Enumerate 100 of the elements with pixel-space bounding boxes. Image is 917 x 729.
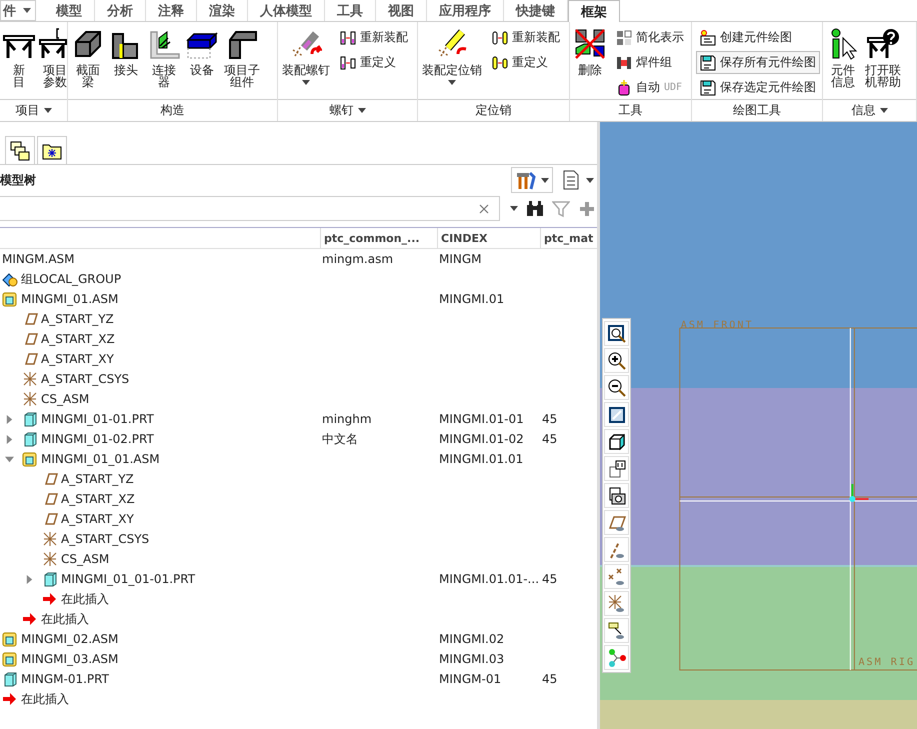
tree-item-label[interactable]: A_START_XZ xyxy=(41,332,115,346)
ribbon-button[interactable]: 设备 xyxy=(184,26,220,78)
coordinate-system-icon xyxy=(22,371,38,387)
panel-tab[interactable] xyxy=(37,136,67,164)
view-tool-button[interactable] xyxy=(604,483,629,508)
tree-item-label[interactable]: MINGMI_01.ASM xyxy=(21,292,118,306)
ribbon-button[interactable]: 焊件组 xyxy=(612,51,688,74)
clear-icon[interactable] xyxy=(479,204,489,214)
table-cell: minghm xyxy=(322,412,372,426)
ribbon-button[interactable]: 元件 信息 xyxy=(825,26,861,90)
view-tool-button[interactable] xyxy=(604,402,629,427)
table-cell: MINGM xyxy=(439,252,482,266)
repaint-icon xyxy=(606,404,626,424)
tree-item-label[interactable]: MINGMI_02.ASM xyxy=(21,632,118,646)
ribbon-button[interactable]: 重新装配 xyxy=(488,26,564,49)
tree-item-label[interactable]: A_START_YZ xyxy=(41,312,114,326)
group-label: 绘图工具 xyxy=(733,102,781,119)
arrow-icon xyxy=(22,611,38,627)
view-tool-button[interactable] xyxy=(604,618,629,643)
ribbon-button[interactable]: 项目 参数 xyxy=(38,26,67,90)
ribbon-button[interactable]: 打开联 机帮助 xyxy=(863,26,903,90)
ribbon-tab[interactable]: 分析 xyxy=(95,0,146,21)
tree-item-label[interactable]: MINGMI_01-02.PRT xyxy=(41,432,154,446)
caret-icon[interactable] xyxy=(510,206,518,211)
ribbon-button[interactable]: 自动 UDF xyxy=(612,76,688,99)
tree-item-label[interactable]: 组LOCAL_GROUP xyxy=(21,270,122,288)
group-menu-button[interactable]: 项目 xyxy=(0,99,67,121)
tree-item-label[interactable]: 在此插入 xyxy=(41,610,89,628)
ribbon-button[interactable]: 重定义 xyxy=(336,51,412,74)
ribbon-button[interactable]: 接头 xyxy=(108,26,144,78)
ribbon-button[interactable]: 项目子 组件 xyxy=(222,26,262,90)
view-tool-button[interactable] xyxy=(604,321,629,346)
tree-item-label[interactable]: MINGMI_01_01-01.PRT xyxy=(61,572,196,586)
search-field[interactable] xyxy=(0,196,500,221)
spin-center-icon xyxy=(606,648,626,668)
ribbon-tab[interactable]: 视图 xyxy=(376,0,427,21)
group-menu-button[interactable]: 信息 xyxy=(823,99,916,121)
tree-item-label[interactable]: MINGM-01.PRT xyxy=(21,672,109,686)
group-label: 构造 xyxy=(160,102,184,119)
tree-item-label[interactable]: MINGMI_01_01.ASM xyxy=(41,452,160,466)
ribbon-button[interactable]: 保存所有元件绘图 xyxy=(696,51,820,74)
arrow-icon xyxy=(42,591,58,607)
ribbon-button[interactable]: 重新装配 xyxy=(336,26,412,49)
settings-button[interactable] xyxy=(511,167,553,193)
expander-icon[interactable] xyxy=(5,454,14,464)
ribbon-tab[interactable]: 模型 xyxy=(44,0,95,21)
ribbon-button[interactable]: 新 目 xyxy=(2,26,36,90)
caret-icon xyxy=(358,108,366,113)
ribbon-tab[interactable]: 人体模型 xyxy=(248,0,325,21)
tree-item-label[interactable]: MINGMI_03.ASM xyxy=(21,652,118,666)
group-menu-button[interactable]: 螺钉 xyxy=(278,99,417,121)
tree-item-label[interactable]: A_START_CSYS xyxy=(61,532,150,546)
ribbon-button[interactable]: 简化表示 xyxy=(612,26,688,49)
ribbon-button[interactable]: 删除 xyxy=(572,26,608,78)
column-header[interactable]: ptc_mat xyxy=(540,228,597,248)
tree-item-label[interactable]: CS_ASM xyxy=(61,552,110,566)
expander-icon[interactable] xyxy=(25,574,34,584)
tree-item-label[interactable]: A_START_YZ xyxy=(61,472,134,486)
ribbon-button[interactable]: 装配定位销 xyxy=(420,26,484,87)
ribbon-button[interactable]: 连接 器 xyxy=(146,26,182,90)
tree-item-label[interactable]: MINGM.ASM xyxy=(2,252,75,266)
ribbon-tab[interactable]: 渲染 xyxy=(197,0,248,21)
tree-item-label[interactable]: 在此插入 xyxy=(21,690,69,708)
point-display-icon xyxy=(606,566,626,586)
bolt-pair-icon xyxy=(340,30,356,46)
tree-item-label[interactable]: CS_ASM xyxy=(41,392,90,406)
tree-item-label[interactable]: A_START_XZ xyxy=(61,492,135,506)
tree-item-label[interactable]: A_START_XY xyxy=(61,512,134,526)
view-tool-button[interactable] xyxy=(604,456,629,481)
plus-icon[interactable] xyxy=(578,200,596,218)
ribbon-button[interactable]: 创建元件绘图 xyxy=(696,26,820,49)
panel-tab[interactable] xyxy=(5,136,35,164)
ribbon-tab[interactable]: 工具 xyxy=(325,0,376,21)
ribbon-button[interactable]: 装配螺钉 xyxy=(280,26,332,87)
ribbon-button[interactable]: 截面 梁 xyxy=(70,26,106,90)
ribbon-button[interactable]: 保存选定元件绘图 xyxy=(696,76,820,99)
plane-icon xyxy=(42,471,58,487)
camera-icon xyxy=(606,486,626,506)
view-tool-button[interactable] xyxy=(604,348,629,373)
tree-item-label[interactable]: 在此插入 xyxy=(61,590,109,608)
ribbon-tab[interactable]: 框架 xyxy=(568,0,620,22)
tree-item-label[interactable]: A_START_CSYS xyxy=(41,372,130,386)
ribbon-tab[interactable]: 注释 xyxy=(146,0,197,21)
table-cell: MINGM-01 xyxy=(439,672,502,686)
expander-icon[interactable] xyxy=(5,414,14,424)
column-header[interactable]: CINDEX xyxy=(437,228,540,248)
view-tool-button[interactable] xyxy=(604,429,629,454)
tree-item-label[interactable]: A_START_XY xyxy=(41,352,114,366)
ribbon-tab[interactable]: 应用程序 xyxy=(427,0,504,21)
table-cell: 45 xyxy=(542,672,558,686)
caret-icon xyxy=(880,108,888,113)
cube-icon xyxy=(42,571,58,587)
tree-item-label[interactable]: MINGMI_01-01.PRT xyxy=(41,412,154,426)
binoculars-icon[interactable] xyxy=(526,200,544,218)
ribbon-button[interactable]: 重定义 xyxy=(488,51,564,74)
ribbon-tab[interactable]: 件 xyxy=(0,0,36,21)
expander-icon[interactable] xyxy=(5,434,14,444)
view-tool-button[interactable] xyxy=(604,375,629,400)
column-header[interactable]: ptc_common_... xyxy=(320,228,437,248)
coordinate-system-icon xyxy=(42,531,58,547)
